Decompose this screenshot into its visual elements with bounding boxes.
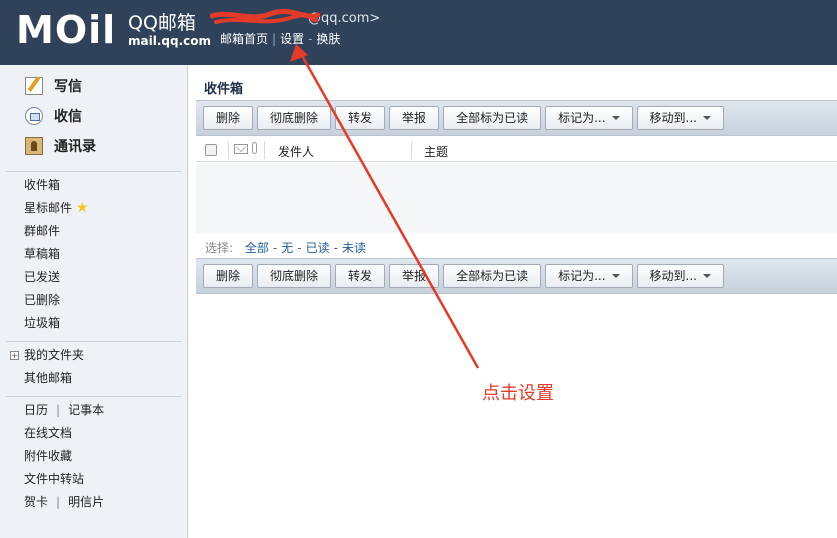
delete-button[interactable]: 删除 xyxy=(203,264,254,288)
receive-label: 收信 xyxy=(54,109,82,125)
attachments-link[interactable]: 附件收藏 xyxy=(0,445,187,468)
select-read-link[interactable]: 已读 xyxy=(306,241,330,255)
contacts-button[interactable]: 通讯录 xyxy=(0,131,187,161)
mail-list-header: 发件人 主题 xyxy=(196,138,837,162)
pencil-icon xyxy=(25,77,43,95)
qq-mail-logo[interactable]: MOil QQ邮箱 mail.qq.com xyxy=(16,8,211,52)
mark-as-label: 标记为... xyxy=(558,269,606,283)
column-separator xyxy=(411,141,412,159)
column-separator xyxy=(228,141,229,159)
mark-as-dropdown[interactable]: 标记为... xyxy=(545,264,633,288)
tools-section: 日历 | 记事本 在线文档 附件收藏 文件中转站 贺卡 | 明信片 xyxy=(0,397,187,514)
select-unread-link[interactable]: 未读 xyxy=(342,241,366,255)
page-title: 收件箱 xyxy=(204,82,244,97)
mailbox-home-link[interactable]: 邮箱首页 xyxy=(220,32,268,46)
folder-deleted[interactable]: 已删除 xyxy=(0,289,187,312)
move-to-label: 移动到... xyxy=(649,269,697,283)
report-button[interactable]: 举报 xyxy=(389,106,440,130)
my-folders-toggle[interactable]: + 我的文件夹 xyxy=(0,344,187,367)
folder-sent[interactable]: 已发送 xyxy=(0,266,187,289)
folder-group-mail[interactable]: 群邮件 xyxy=(0,220,187,243)
toolbar-top: 删除 彻底删除 转发 举报 全部标为已读 标记为... 移动到... xyxy=(196,100,837,136)
select-separator: - xyxy=(272,241,278,255)
folder-drafts[interactable]: 草稿箱 xyxy=(0,243,187,266)
folder-starred[interactable]: 星标邮件 ★ xyxy=(0,197,187,220)
my-folders-section: + 我的文件夹 其他邮箱 xyxy=(0,342,187,390)
tool-separator: | xyxy=(56,495,61,509)
online-docs-link[interactable]: 在线文档 xyxy=(0,422,187,445)
notes-link[interactable]: 记事本 xyxy=(68,403,104,417)
chevron-down-icon xyxy=(702,116,711,120)
settings-link[interactable]: 设置 xyxy=(280,32,304,46)
link-separator: - xyxy=(308,32,313,46)
annotation-text: 点击设置 xyxy=(482,383,554,404)
folder-spam[interactable]: 垃圾箱 xyxy=(0,312,187,335)
receive-button[interactable]: 收信 xyxy=(0,101,187,131)
select-separator: - xyxy=(333,241,338,255)
top-links: 邮箱首页 | 设置 - 换肤 xyxy=(220,30,340,47)
mail-list-empty xyxy=(196,163,837,233)
mark-as-label: 标记为... xyxy=(558,111,606,125)
report-button[interactable]: 举报 xyxy=(389,264,440,288)
column-separator xyxy=(264,141,265,159)
file-transfer-link[interactable]: 文件中转站 xyxy=(0,468,187,491)
chevron-down-icon xyxy=(611,274,620,278)
main-nav: 写信 收信 通讯录 xyxy=(0,65,187,161)
card-postcard-row: 贺卡 | 明信片 xyxy=(0,491,187,514)
select-filter-row: 选择: 全部 - 无 - 已读 - 未读 xyxy=(205,239,366,256)
change-skin-link[interactable]: 换肤 xyxy=(316,32,340,46)
forward-button[interactable]: 转发 xyxy=(335,106,386,130)
compose-label: 写信 xyxy=(54,79,82,95)
expand-plus-icon[interactable]: + xyxy=(10,351,19,360)
sidebar: 写信 收信 通讯录 收件箱 星标邮件 ★ 群邮件 草稿箱 已发送 已删除 垃圾箱 … xyxy=(0,65,188,538)
delete-forever-button[interactable]: 彻底删除 xyxy=(257,106,332,130)
greeting-card-link[interactable]: 贺卡 xyxy=(24,495,48,509)
move-to-label: 移动到... xyxy=(649,111,697,125)
delete-button[interactable]: 删除 xyxy=(203,106,254,130)
inbox-icon xyxy=(25,107,43,125)
delete-forever-button[interactable]: 彻底删除 xyxy=(257,264,332,288)
tool-separator: | xyxy=(56,403,61,417)
account-email: @qq.com> xyxy=(220,11,380,26)
select-label: 选择: xyxy=(205,241,234,255)
select-all-link[interactable]: 全部 xyxy=(245,241,269,255)
forward-button[interactable]: 转发 xyxy=(335,264,386,288)
top-header: MOil QQ邮箱 mail.qq.com @qq.com> 邮箱首页 | 设置 - 换… xyxy=(0,0,837,65)
folder-list: 收件箱 星标邮件 ★ 群邮件 草稿箱 已发送 已删除 垃圾箱 xyxy=(0,172,187,335)
other-mailbox-item[interactable]: 其他邮箱 xyxy=(0,367,187,390)
subject-column-header[interactable]: 主题 xyxy=(424,143,448,160)
contacts-label: 通讯录 xyxy=(54,139,96,155)
link-separator: | xyxy=(272,32,277,46)
move-to-dropdown[interactable]: 移动到... xyxy=(636,106,724,130)
calendar-link[interactable]: 日历 xyxy=(24,403,48,417)
main-content: 收件箱 删除 彻底删除 转发 举报 全部标为已读 标记为... 移动到... 发… xyxy=(196,65,837,538)
my-folders-label: 我的文件夹 xyxy=(24,348,85,362)
logo-mark: MOil xyxy=(16,8,117,52)
toolbar-bottom: 删除 彻底删除 转发 举报 全部标为已读 标记为... 移动到... xyxy=(196,258,837,294)
move-to-dropdown[interactable]: 移动到... xyxy=(636,264,724,288)
calendar-notes-row: 日历 | 记事本 xyxy=(0,399,187,422)
attachment-icon xyxy=(252,142,257,154)
mark-all-read-button[interactable]: 全部标为已读 xyxy=(443,106,542,130)
contacts-icon xyxy=(25,137,43,155)
select-separator: - xyxy=(297,241,302,255)
envelope-icon xyxy=(234,144,248,154)
select-all-checkbox[interactable] xyxy=(205,144,217,156)
chevron-down-icon xyxy=(702,274,711,278)
sender-column-header[interactable]: 发件人 xyxy=(278,143,314,160)
mark-as-dropdown[interactable]: 标记为... xyxy=(545,106,633,130)
folder-starred-label: 星标邮件 xyxy=(24,201,73,215)
postcard-link[interactable]: 明信片 xyxy=(68,495,104,509)
select-none-link[interactable]: 无 xyxy=(281,241,293,255)
star-icon: ★ xyxy=(76,200,89,216)
compose-button[interactable]: 写信 xyxy=(0,71,187,101)
mark-all-read-button[interactable]: 全部标为已读 xyxy=(443,264,542,288)
chevron-down-icon xyxy=(611,116,620,120)
folder-inbox[interactable]: 收件箱 xyxy=(0,174,187,197)
account-email-domain: @qq.com> xyxy=(308,11,381,26)
